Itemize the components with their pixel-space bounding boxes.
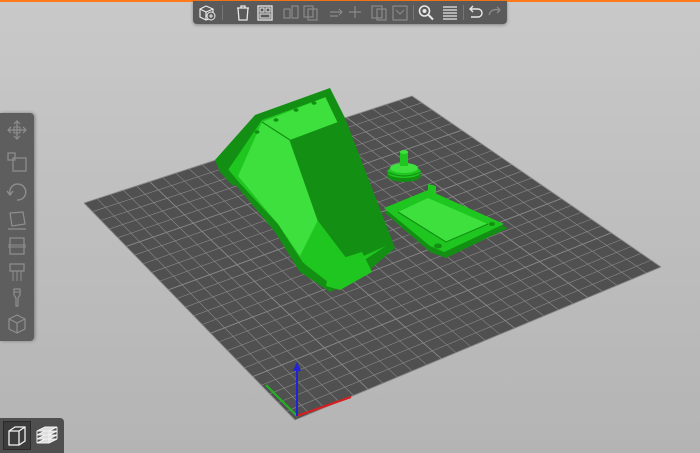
variable-layer-height-icon[interactable] — [5, 312, 29, 336]
3d-viewport[interactable] — [0, 0, 700, 453]
delete-all-icon[interactable] — [255, 3, 275, 22]
undo-icon[interactable] — [465, 3, 485, 22]
seam-painting-icon[interactable] — [5, 286, 29, 310]
scale-icon[interactable] — [5, 150, 29, 174]
3d-view-icon[interactable] — [3, 421, 31, 450]
rotate-icon[interactable] — [5, 180, 29, 204]
layers-editing-icon[interactable] — [440, 3, 460, 22]
search-icon[interactable] — [416, 3, 436, 22]
redo-icon[interactable] — [485, 3, 505, 22]
support-painting-icon[interactable] — [5, 261, 29, 285]
top-toolbar — [193, 1, 507, 24]
view-toggle — [0, 418, 64, 453]
remove-instance-icon[interactable] — [369, 3, 389, 22]
place-on-face-icon[interactable] — [5, 208, 29, 232]
left-toolbar — [0, 113, 34, 341]
add-object-icon[interactable] — [197, 3, 217, 22]
move-icon[interactable] — [5, 118, 29, 142]
add-instance-icon[interactable] — [345, 3, 365, 22]
arrange-icon[interactable] — [281, 3, 301, 22]
preview-layers-icon[interactable] — [33, 421, 61, 450]
split-objects-icon[interactable] — [390, 3, 410, 22]
copy-icon[interactable] — [301, 3, 321, 22]
delete-icon[interactable] — [233, 3, 253, 22]
paste-icon[interactable] — [326, 3, 346, 22]
cut-icon[interactable] — [5, 234, 29, 258]
